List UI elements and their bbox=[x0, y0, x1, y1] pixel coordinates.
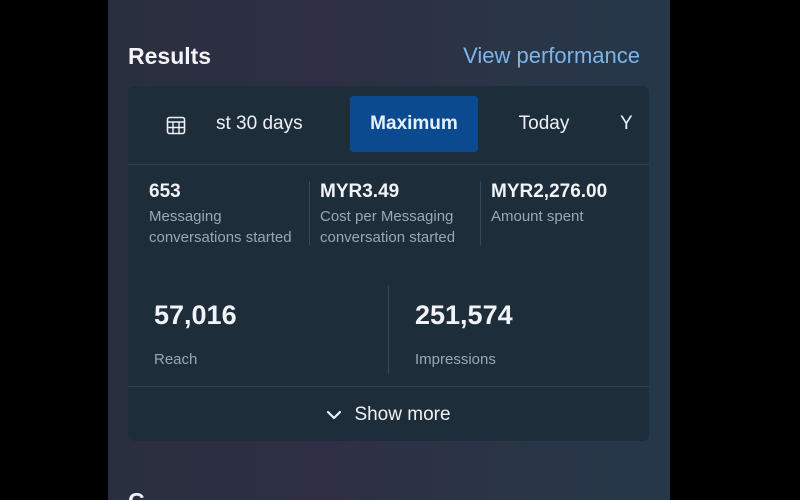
metric-value: MYR3.49 bbox=[320, 181, 400, 202]
metric-label: Amount spent bbox=[491, 206, 607, 227]
metric-reach: 57,016 Reach bbox=[154, 300, 237, 370]
show-more-label: Show more bbox=[354, 403, 451, 425]
metric-value: 251,574 bbox=[415, 300, 513, 330]
metric-label-line: conversation started bbox=[320, 229, 456, 246]
metric-impressions: 251,574 Impressions bbox=[415, 300, 513, 370]
metric-label: Messaging conversations started bbox=[149, 206, 292, 248]
tab-today[interactable]: Today bbox=[498, 96, 590, 152]
divider bbox=[309, 181, 310, 245]
calendar-icon[interactable] bbox=[166, 115, 186, 135]
section-title: Results bbox=[128, 42, 212, 69]
next-section-title-partial: C bbox=[128, 488, 145, 500]
tab-maximum[interactable]: Maximum bbox=[350, 96, 478, 152]
metric-label: Impressions bbox=[415, 351, 496, 368]
view-performance-link[interactable]: View performance bbox=[463, 43, 640, 69]
metric-value: 57,016 bbox=[154, 300, 237, 330]
divider bbox=[388, 286, 389, 374]
metric-label: Cost per Messaging conversation started bbox=[320, 206, 455, 248]
metric-amount-spent: MYR2,276.00 Amount spent bbox=[491, 181, 607, 227]
metric-value: MYR2,276.00 bbox=[491, 181, 608, 202]
metric-label-line: Cost per Messaging bbox=[320, 208, 454, 225]
results-header: Results View performance bbox=[128, 40, 640, 72]
results-panel: Results View performance st 30 days Maxi… bbox=[108, 0, 670, 500]
results-card: st 30 days Maximum Today Y 653 Messaging… bbox=[128, 86, 649, 441]
metric-label-line: Amount spent bbox=[491, 208, 584, 225]
metric-messaging-conversations: 653 Messaging conversations started bbox=[149, 181, 292, 248]
metric-label-line: Messaging bbox=[149, 208, 222, 225]
tab-yesterday[interactable]: Y bbox=[620, 96, 649, 152]
metric-value: 653 bbox=[149, 181, 181, 202]
metric-cost-per-conversation: MYR3.49 Cost per Messaging conversation … bbox=[320, 181, 455, 248]
show-more-button[interactable]: Show more bbox=[128, 386, 649, 441]
metric-label-line: conversations started bbox=[149, 229, 292, 246]
date-range-tabs: st 30 days Maximum Today Y bbox=[128, 86, 649, 165]
divider bbox=[480, 181, 481, 245]
metric-label: Reach bbox=[154, 351, 198, 368]
chevron-down-icon bbox=[327, 410, 342, 419]
tab-last-30-days[interactable]: st 30 days bbox=[208, 96, 334, 152]
